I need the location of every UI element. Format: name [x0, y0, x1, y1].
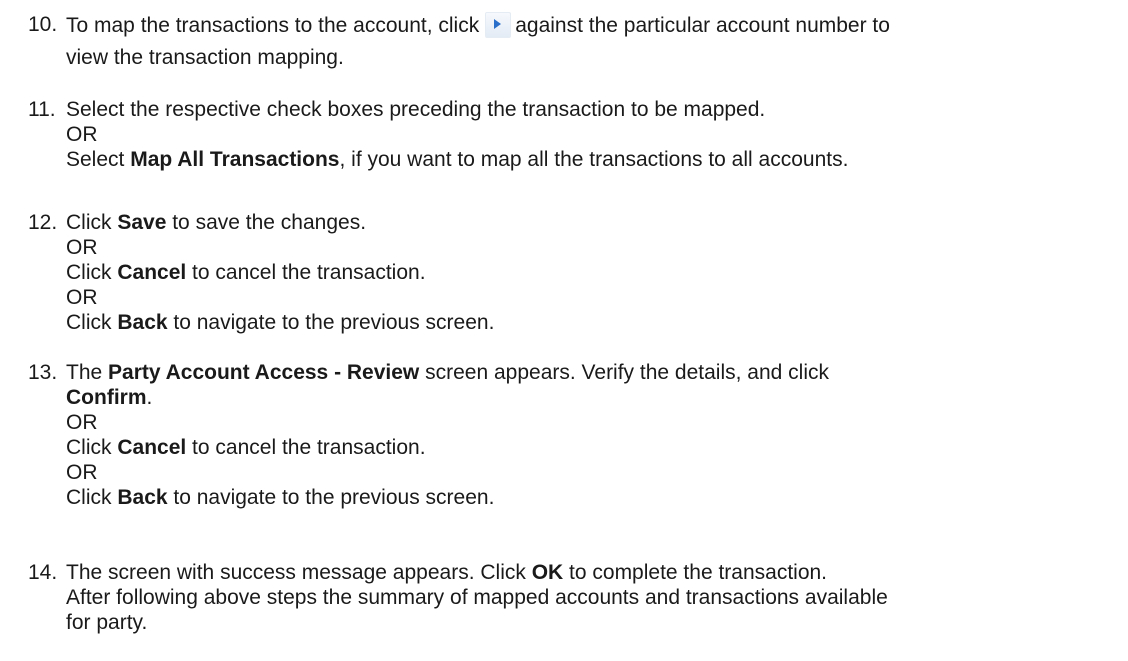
- ui-term: Party Account Access - Review: [108, 361, 420, 384]
- step-text: Click: [66, 311, 118, 334]
- step-text: To map the transactions to the account, …: [66, 14, 480, 37]
- step-number: 13.: [28, 361, 58, 384]
- step-line: The Party Account Access - Review screen…: [66, 360, 1116, 385]
- step-text: to navigate to the previous screen.: [167, 311, 495, 334]
- step-text: .: [146, 386, 153, 409]
- step-content: The screen with success message appears.…: [66, 560, 1116, 635]
- step-line: To map the transactions to the account, …: [66, 12, 1116, 38]
- step-text: to save the changes.: [166, 211, 367, 234]
- step-text: to complete the transaction.: [563, 561, 828, 584]
- step-line: OR: [66, 411, 98, 434]
- step-text: , if you want to map all the transaction…: [339, 148, 849, 171]
- step-text: to cancel the transaction.: [186, 261, 426, 284]
- step-line: for party.: [66, 611, 148, 634]
- step-text: Click: [66, 436, 118, 459]
- ui-term: Confirm: [66, 386, 147, 409]
- step-line: OR: [66, 461, 98, 484]
- step-line: OR: [66, 236, 98, 259]
- step-line: Confirm.: [66, 385, 1116, 410]
- step-line: Click Save to save the changes.: [66, 210, 1116, 235]
- step-text: screen appears. Verify the details, and …: [419, 361, 829, 384]
- step-content: To map the transactions to the account, …: [66, 12, 1116, 70]
- step-text: Click: [66, 211, 118, 234]
- step-number: 12.: [28, 211, 58, 234]
- step-line: The screen with success message appears.…: [66, 560, 1116, 585]
- step-text: to cancel the transaction.: [186, 436, 426, 459]
- step-text: Click: [66, 261, 118, 284]
- ui-term: Cancel: [117, 436, 187, 459]
- step-text: The: [66, 361, 109, 384]
- step-content: Select the respective check boxes preced…: [66, 97, 1116, 172]
- step-number: 10.: [28, 13, 58, 36]
- ui-term: Back: [117, 486, 168, 509]
- step-text: Select: [66, 148, 131, 171]
- step-line: Select the respective check boxes preced…: [66, 98, 766, 121]
- step-content: Click Save to save the changes. OR Click…: [66, 210, 1116, 335]
- step-number: 14.: [28, 561, 58, 584]
- step-line: Select Map All Transactions, if you want…: [66, 147, 1116, 172]
- step-line: Click Cancel to cancel the transaction.: [66, 260, 1116, 285]
- step-text: Click: [66, 486, 118, 509]
- step-text: to navigate to the previous screen.: [167, 486, 495, 509]
- ui-term: Save: [117, 211, 167, 234]
- step-line: Click Cancel to cancel the transaction.: [66, 435, 1116, 460]
- step-line: Click Back to navigate to the previous s…: [66, 485, 1116, 510]
- ui-term: Cancel: [117, 261, 187, 284]
- step-text: against the particular account number to: [515, 14, 890, 37]
- step-line: OR: [66, 123, 98, 146]
- ui-term: OK: [531, 561, 564, 584]
- expand-arrow-icon: [485, 12, 512, 38]
- step-line: view the transaction mapping.: [66, 46, 344, 69]
- ui-term: Back: [117, 311, 168, 334]
- step-line: OR: [66, 286, 98, 309]
- step-text: The screen with success message appears.…: [66, 561, 532, 584]
- step-line: After following above steps the summary …: [66, 586, 888, 609]
- step-number: 11.: [28, 98, 56, 121]
- document-page: 10. To map the transactions to the accou…: [0, 0, 1128, 661]
- step-content: The Party Account Access - Review screen…: [66, 360, 1116, 510]
- step-line: Click Back to navigate to the previous s…: [66, 310, 1116, 335]
- ui-term: Map All Transactions: [130, 148, 340, 171]
